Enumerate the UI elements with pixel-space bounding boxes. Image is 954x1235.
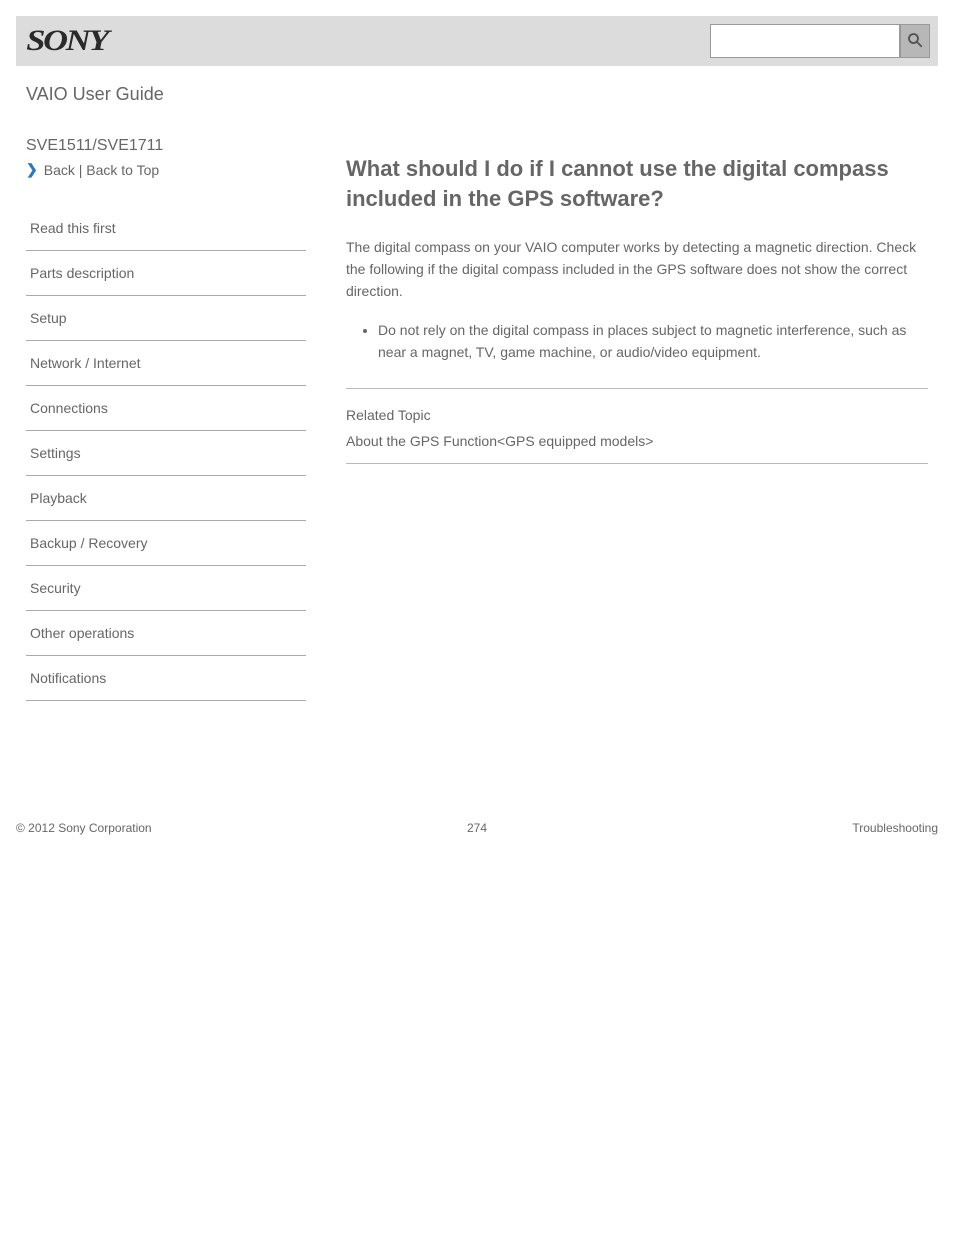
product-name: SVE1511/SVE1711	[26, 137, 306, 155]
breadcrumb-text: Back | Back to Top	[44, 162, 159, 178]
copyright: © 2012 Sony Corporation	[16, 821, 152, 835]
footer: © 2012 Sony Corporation 274 Troubleshoot…	[16, 821, 938, 841]
sidebar-item-setup[interactable]: Setup	[26, 296, 306, 341]
chevron-right-icon: ❯	[26, 161, 38, 178]
footer-note: Troubleshooting	[852, 821, 938, 835]
divider	[346, 388, 928, 389]
page-number: 274	[16, 821, 938, 835]
article-bullets: Do not rely on the digital compass in pl…	[346, 320, 928, 363]
guide-title: VAIO User Guide	[26, 84, 306, 105]
header-bar: SONY	[16, 16, 938, 66]
search-form	[710, 24, 930, 58]
logo: SONY	[24, 24, 107, 58]
sidebar-item-network[interactable]: Network / Internet	[26, 341, 306, 386]
sidebar-item-read-first[interactable]: Read this first	[26, 206, 306, 251]
sidebar-item-other[interactable]: Other operations	[26, 611, 306, 656]
sidebar-item-security[interactable]: Security	[26, 566, 306, 611]
sidebar-item-playback[interactable]: Playback	[26, 476, 306, 521]
sidebar: VAIO User Guide SVE1511/SVE1711 ❯ Back |…	[26, 84, 306, 701]
article-lead: The digital compass on your VAIO compute…	[346, 237, 928, 302]
search-button[interactable]	[900, 24, 930, 58]
search-icon	[906, 31, 924, 52]
sidebar-item-connections[interactable]: Connections	[26, 386, 306, 431]
related-heading: Related Topic	[346, 407, 928, 423]
sidebar-item-backup[interactable]: Backup / Recovery	[26, 521, 306, 566]
main-content: What should I do if I cannot use the dig…	[346, 84, 928, 701]
bullet-item: Do not rely on the digital compass in pl…	[378, 320, 928, 363]
divider	[346, 463, 928, 464]
sidebar-nav: Read this first Parts description Setup …	[26, 206, 306, 701]
breadcrumb[interactable]: ❯ Back | Back to Top	[26, 161, 306, 178]
search-input[interactable]	[710, 24, 900, 58]
sidebar-item-notifications[interactable]: Notifications	[26, 656, 306, 701]
article-title: What should I do if I cannot use the dig…	[346, 154, 928, 213]
sidebar-item-parts[interactable]: Parts description	[26, 251, 306, 296]
sidebar-item-settings[interactable]: Settings	[26, 431, 306, 476]
related-link-gps[interactable]: About the GPS Function<GPS equipped mode…	[346, 433, 928, 449]
